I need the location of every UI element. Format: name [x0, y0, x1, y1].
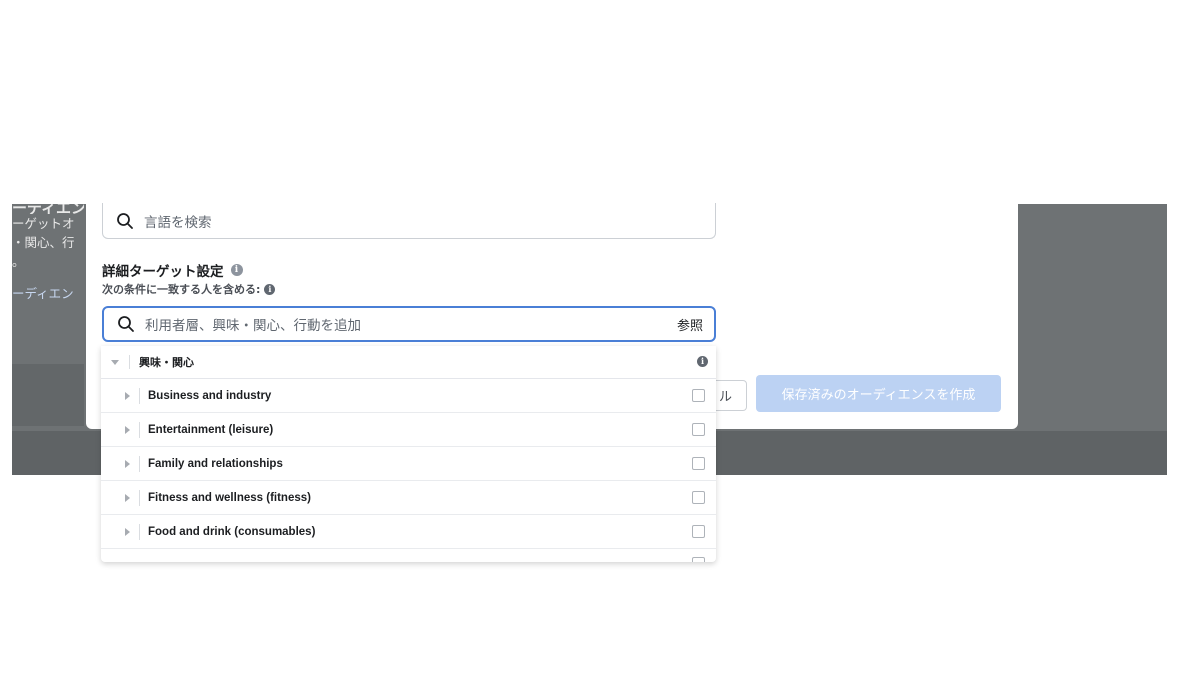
divider — [139, 489, 140, 506]
info-icon[interactable]: i — [697, 356, 708, 367]
list-item-partial — [101, 549, 716, 562]
caret-right-icon[interactable] — [125, 459, 130, 468]
checkbox[interactable] — [692, 525, 705, 538]
list-item[interactable]: Entertainment (leisure) — [101, 413, 716, 447]
bg-line: ーゲットオ — [12, 216, 75, 231]
caret-right-icon[interactable] — [125, 391, 130, 400]
list-item-label: Family and relationships — [148, 457, 283, 470]
bg-line: ・関心、行 — [12, 235, 75, 250]
divider — [139, 523, 140, 540]
detailed-targeting-placeholder: 利用者層、興味・関心、行動を追加 — [145, 318, 361, 334]
list-item-label: Fitness and wellness (fitness) — [148, 491, 311, 504]
info-icon[interactable]: i — [230, 264, 243, 276]
checkbox[interactable] — [692, 423, 705, 436]
list-item[interactable]: Food and drink (consumables) — [101, 515, 716, 549]
caret-right-icon[interactable] — [125, 527, 130, 536]
divider — [139, 455, 140, 472]
divider — [139, 421, 140, 438]
detailed-targeting-subtitle: 次の条件に一致する人を含める: i — [102, 281, 276, 297]
category-header-interests[interactable]: 興味・関心 i — [101, 346, 716, 379]
detailed-targeting-search-input[interactable]: 利用者層、興味・関心、行動を追加 参照 — [102, 306, 716, 342]
create-saved-audience-button[interactable]: 保存済みのオーディエンスを作成 — [756, 375, 1001, 412]
detailed-targeting-title-text: 詳細ターゲット設定 — [102, 264, 224, 280]
caret-down-icon[interactable] — [111, 359, 119, 365]
bg-stripe — [12, 364, 84, 426]
bg-link: ーディエン — [12, 286, 74, 301]
list-item[interactable]: Fitness and wellness (fitness) — [101, 481, 716, 515]
search-icon — [118, 316, 134, 332]
background-page-text: ーディエン ーゲットオ ・関心、行 。 ーディエン — [12, 204, 84, 324]
list-item[interactable]: Business and industry — [101, 379, 716, 413]
bg-heading: ーディエン — [12, 204, 84, 214]
list-item-label: Entertainment (leisure) — [148, 423, 274, 436]
checkbox[interactable] — [692, 457, 705, 470]
caret-right-icon[interactable] — [125, 493, 130, 502]
language-search-input[interactable]: 言語を検索 — [102, 203, 716, 239]
list-item[interactable]: Family and relationships — [101, 447, 716, 481]
caret-right-icon[interactable] — [125, 425, 130, 434]
create-saved-audience-label: 保存済みのオーディエンスを作成 — [781, 388, 976, 403]
info-icon[interactable]: i — [264, 283, 276, 295]
checkbox[interactable] — [692, 491, 705, 504]
list-item-label: Business and industry — [148, 389, 272, 402]
divider — [129, 355, 130, 369]
targeting-browse-dropdown: 興味・関心 i Business and industry Entertainm… — [101, 346, 716, 562]
detailed-targeting-title: 詳細ターゲット設定 i — [102, 260, 243, 280]
detailed-targeting-subtitle-text: 次の条件に一致する人を含める: — [102, 283, 261, 296]
checkbox[interactable] — [692, 389, 705, 402]
browse-button[interactable]: 参照 — [677, 315, 703, 334]
checkbox[interactable] — [692, 557, 705, 562]
cancel-button-label: ル — [718, 390, 732, 405]
category-label: 興味・関心 — [139, 356, 194, 369]
list-item-label: Food and drink (consumables) — [148, 525, 316, 538]
language-search-placeholder: 言語を検索 — [144, 214, 212, 231]
bg-line: 。 — [12, 254, 25, 269]
search-icon — [117, 212, 133, 229]
divider — [139, 387, 140, 404]
